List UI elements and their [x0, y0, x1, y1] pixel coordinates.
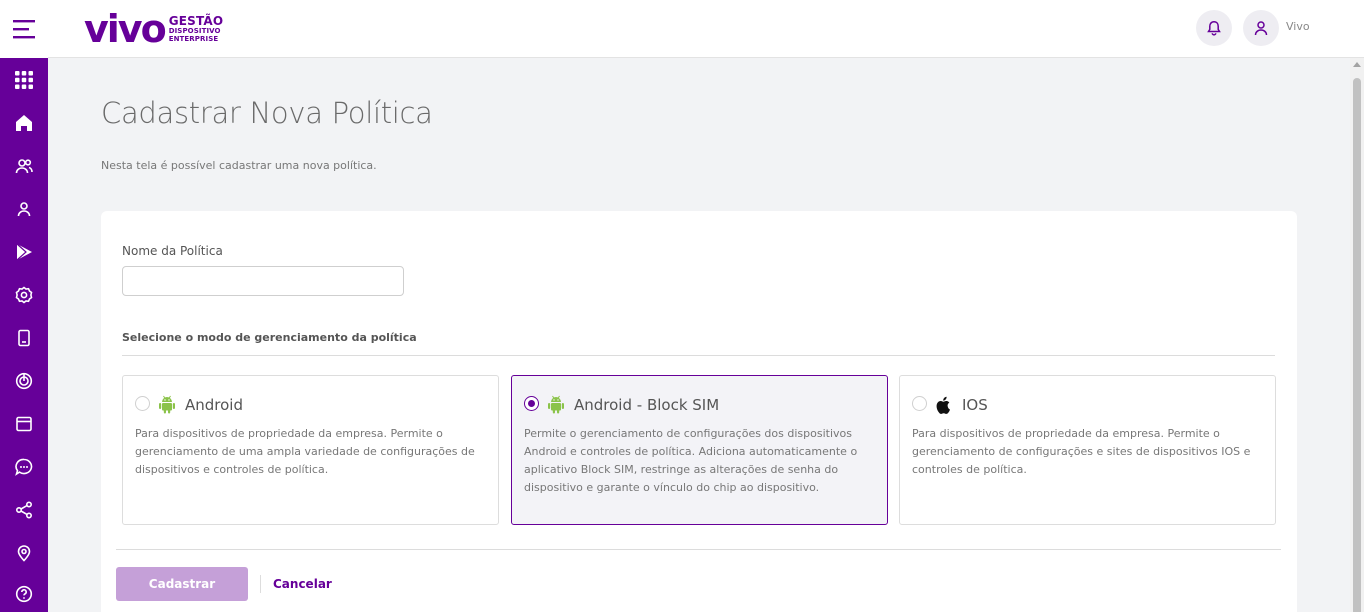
submit-button[interactable]: Cadastrar: [116, 567, 248, 601]
notifications-button[interactable]: [1196, 10, 1232, 46]
scroll-up-arrow-icon[interactable]: [1353, 62, 1361, 67]
chat-icon[interactable]: [0, 452, 48, 482]
page-title: Cadastrar Nova Política: [101, 96, 433, 130]
policy-form-card: Nome da Política Selecione o modo de ger…: [101, 211, 1297, 612]
apps-grid-icon[interactable]: [0, 65, 48, 95]
management-mode-label: Selecione o modo de gerenciamento da pol…: [122, 331, 417, 344]
logo-subtitle: GESTÃO DISPOSITIVO ENTERPRISE: [168, 14, 224, 43]
option-android-block-sim[interactable]: Android - Block SIM Permite o gerenciame…: [511, 375, 888, 525]
android-icon: [159, 395, 175, 414]
vivo-logo[interactable]: vivo GESTÃO DISPOSITIVO ENTERPRISE: [84, 8, 223, 50]
option-android-block-sim-description: Permite o gerenciamento de configurações…: [524, 427, 858, 494]
option-ios-description: Para dispositivos de propriedade da empr…: [912, 427, 1251, 476]
scroll-thumb[interactable]: [1353, 78, 1361, 612]
option-android-description: Para dispositivos de propriedade da empr…: [135, 427, 475, 476]
android-icon: [548, 395, 564, 414]
policy-name-input[interactable]: [122, 266, 404, 296]
user-name[interactable]: Vivo: [1286, 20, 1310, 33]
option-ios[interactable]: IOS Para dispositivos de propriedade da …: [899, 375, 1276, 525]
page-scrollbar[interactable]: [1350, 58, 1364, 612]
option-android-block-sim-radio[interactable]: [524, 396, 539, 411]
hamburger-icon: [13, 20, 35, 39]
page-description: Nesta tela é possível cadastrar uma nova…: [101, 159, 377, 172]
home-icon[interactable]: [0, 108, 48, 138]
option-android-block-sim-title: Android - Block SIM: [574, 396, 720, 414]
sidebar: [0, 0, 48, 612]
play-store-icon[interactable]: [0, 237, 48, 267]
option-ios-radio[interactable]: [912, 396, 927, 411]
button-separator: [260, 575, 261, 593]
settings-icon[interactable]: [0, 280, 48, 310]
cancel-link[interactable]: Cancelar: [273, 577, 332, 591]
section-divider: [122, 355, 1275, 356]
location-icon[interactable]: [0, 538, 48, 568]
apple-icon: [936, 396, 950, 414]
hamburger-menu-button[interactable]: [0, 0, 48, 58]
option-android[interactable]: Android Para dispositivos de propriedade…: [122, 375, 499, 525]
help-icon[interactable]: [0, 579, 48, 609]
option-ios-title: IOS: [962, 396, 988, 414]
user-icon[interactable]: [0, 194, 48, 224]
device-icon[interactable]: [0, 323, 48, 353]
bell-icon: [1207, 21, 1221, 36]
logo-wordmark: vivo: [84, 7, 167, 51]
user-avatar-button[interactable]: [1243, 10, 1279, 46]
top-header: vivo GESTÃO DISPOSITIVO ENTERPRISE Vivo: [48, 0, 1364, 58]
users-icon[interactable]: [0, 151, 48, 181]
user-avatar-icon: [1254, 21, 1268, 36]
policy-name-label: Nome da Política: [122, 244, 223, 258]
option-android-title: Android: [185, 396, 243, 414]
footer-divider: [116, 549, 1281, 550]
share-icon[interactable]: [0, 495, 48, 525]
calendar-icon[interactable]: [0, 409, 48, 439]
option-android-radio[interactable]: [135, 396, 150, 411]
target-icon[interactable]: [0, 366, 48, 396]
